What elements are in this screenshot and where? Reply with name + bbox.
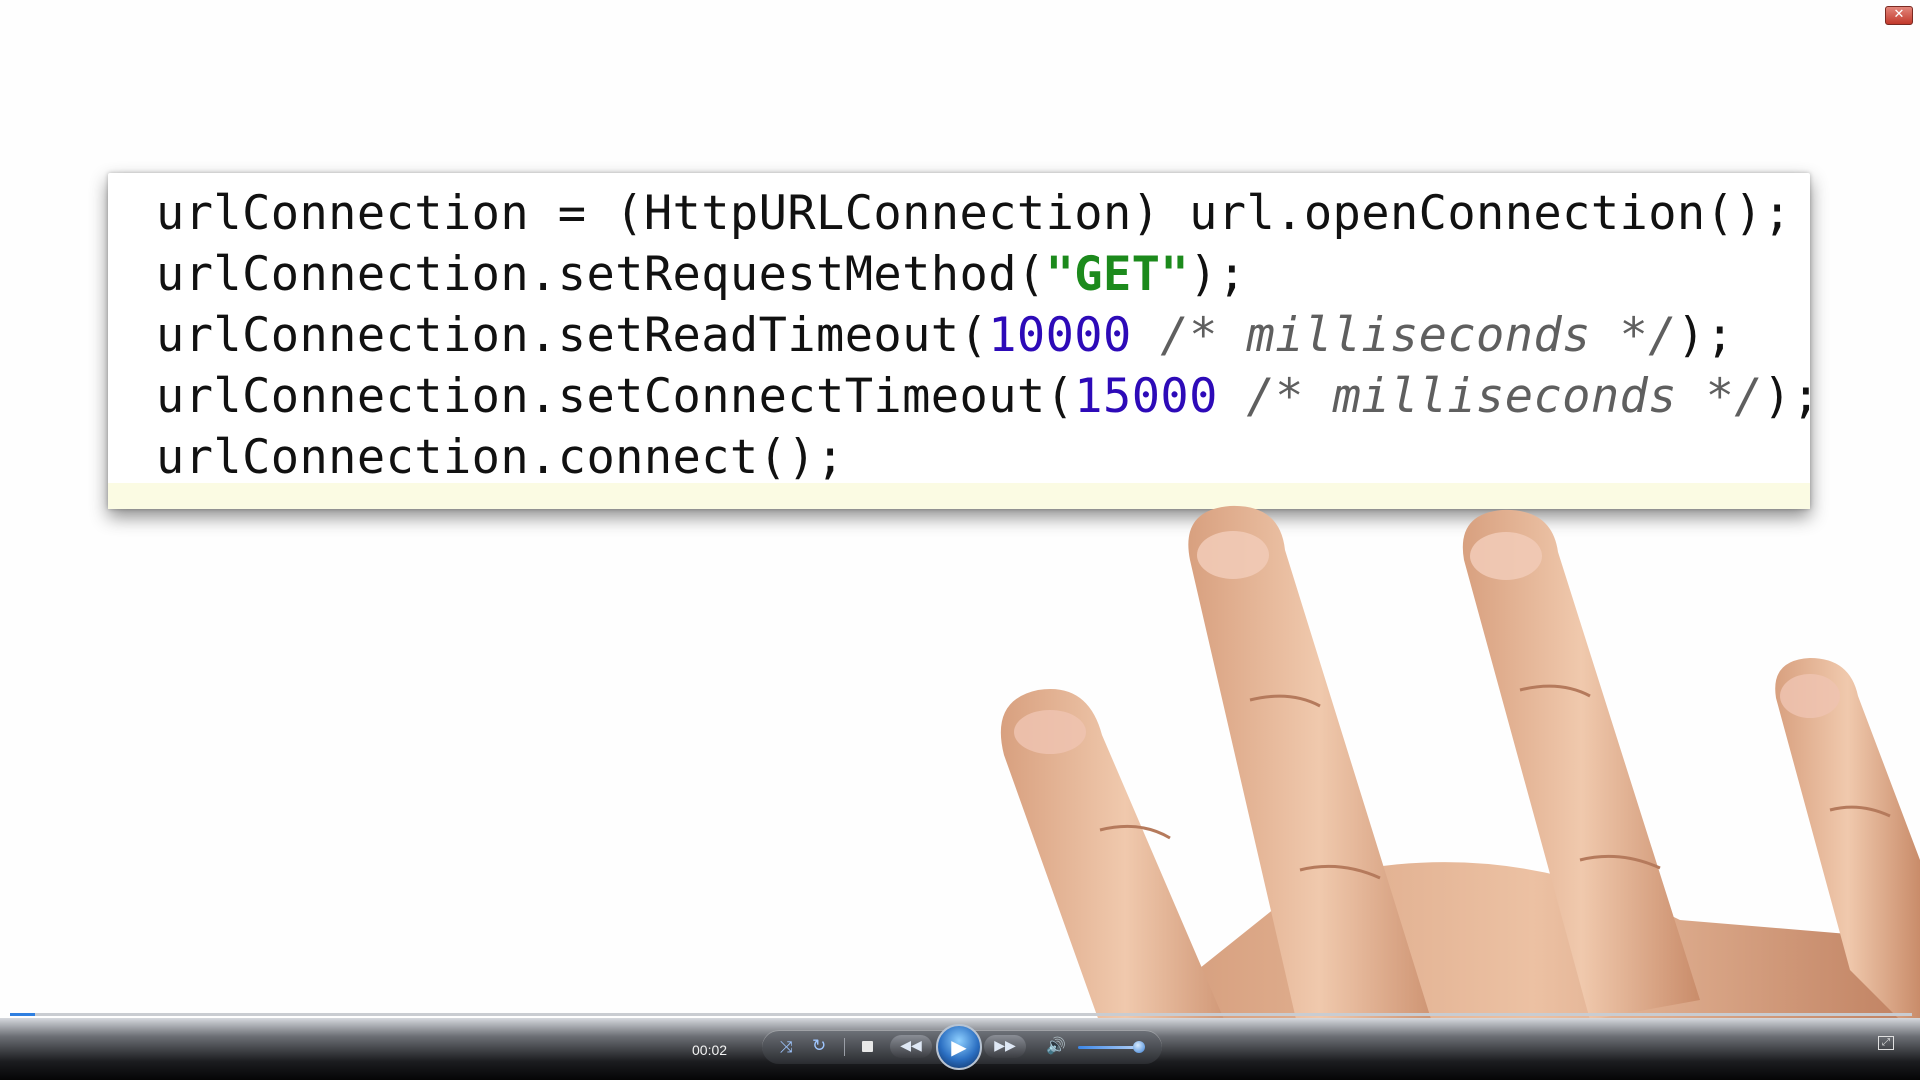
seek-progress <box>10 1013 35 1016</box>
rewind-icon[interactable]: ◀◀ <box>890 1035 932 1058</box>
code-token: ); <box>1763 369 1821 424</box>
code-token: 10000 <box>988 308 1132 363</box>
code-line: urlConnection.setReadTimeout(10000 /* mi… <box>156 305 1820 366</box>
code-token: urlConnection.setRequestMethod( <box>156 247 1046 302</box>
code-token: urlConnection = (HttpURLConnection) url.… <box>156 186 1792 241</box>
player-controls-bar: 00:02 ⤨ ↻ ◀◀ ▶ ▶▶ 🔊 ⤢ <box>0 1018 1920 1080</box>
code-line: urlConnection.setRequestMethod("GET"); <box>156 244 1820 305</box>
play-icon[interactable]: ▶ <box>936 1024 982 1070</box>
fast-forward-icon[interactable]: ▶▶ <box>984 1035 1026 1058</box>
code-token: urlConnection.setReadTimeout( <box>156 308 989 363</box>
code-token: "GET" <box>1045 247 1190 302</box>
code-token: /* milliseconds */ <box>1131 308 1677 363</box>
elapsed-time: 00:02 <box>692 1042 728 1058</box>
code-block: urlConnection = (HttpURLConnection) url.… <box>156 183 1820 488</box>
code-token: ); <box>1676 308 1735 363</box>
code-token: 15000 <box>1074 369 1218 424</box>
hand-illustration <box>1000 505 1920 1080</box>
code-line: urlConnection = (HttpURLConnection) url.… <box>156 183 1820 244</box>
seek-bar[interactable] <box>10 1013 1912 1016</box>
fullscreen-icon[interactable]: ⤢ <box>1878 1036 1894 1050</box>
stop-icon[interactable] <box>862 1041 873 1052</box>
code-token: urlConnection.connect(); <box>156 430 845 485</box>
shuffle-icon[interactable]: ⤨ <box>780 1037 793 1057</box>
code-line: urlConnection.setConnectTimeout(15000 /*… <box>156 366 1820 427</box>
code-token: urlConnection.setConnectTimeout( <box>156 369 1075 424</box>
code-line: urlConnection.connect(); <box>156 427 1820 488</box>
code-token: ); <box>1189 247 1247 302</box>
close-button[interactable]: ✕ <box>1885 6 1913 25</box>
video-player-window: ✕ urlConnection = (HttpURLConnection) ur… <box>0 0 1920 1080</box>
transport-controls: ⤨ ↻ ◀◀ ▶ ▶▶ 🔊 <box>762 1024 1162 1070</box>
code-token: /* milliseconds */ <box>1217 369 1764 424</box>
controls-divider <box>844 1038 845 1056</box>
volume-icon[interactable]: 🔊 <box>1046 1036 1066 1055</box>
repeat-icon[interactable]: ↻ <box>812 1036 826 1056</box>
code-snippet-card: urlConnection = (HttpURLConnection) url.… <box>108 173 1820 509</box>
close-icon: ✕ <box>1893 7 1905 22</box>
volume-slider-thumb[interactable] <box>1133 1041 1145 1053</box>
